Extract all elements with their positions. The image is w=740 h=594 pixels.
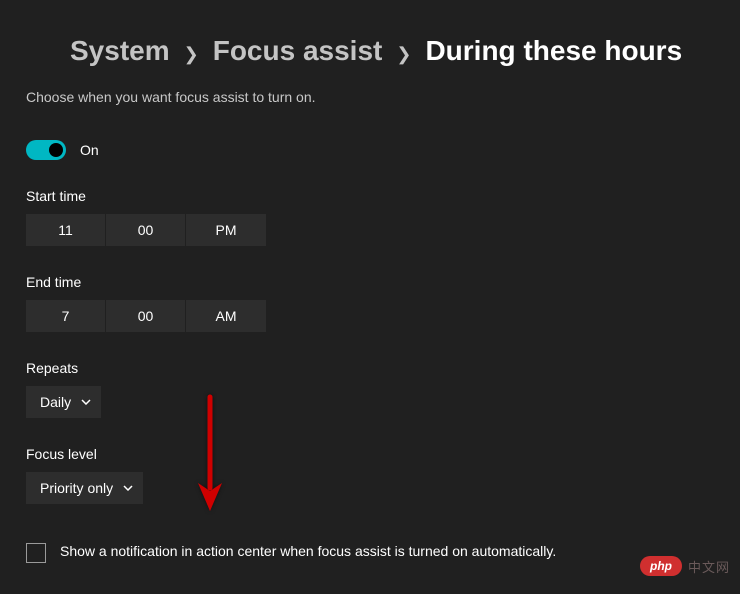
chevron-down-icon <box>81 397 91 407</box>
focus-assist-toggle[interactable] <box>26 140 66 160</box>
breadcrumb-focus-assist[interactable]: Focus assist <box>213 35 383 67</box>
start-time-minute[interactable]: 00 <box>106 214 186 246</box>
chevron-right-icon: ❯ <box>394 44 413 65</box>
page-description: Choose when you want focus assist to tur… <box>26 89 714 105</box>
end-time-picker: 7 00 AM <box>26 300 714 332</box>
repeats-label: Repeats <box>26 360 714 376</box>
breadcrumb-system[interactable]: System <box>70 35 170 67</box>
watermark-text: 中文网 <box>688 557 730 576</box>
breadcrumb: System ❯ Focus assist ❯ During these hou… <box>70 35 714 67</box>
chevron-right-icon: ❯ <box>182 44 201 65</box>
end-time-ampm[interactable]: AM <box>186 300 266 332</box>
chevron-down-icon <box>123 483 133 493</box>
start-time-ampm[interactable]: PM <box>186 214 266 246</box>
end-time-label: End time <box>26 274 714 290</box>
end-time-hour[interactable]: 7 <box>26 300 106 332</box>
end-time-minute[interactable]: 00 <box>106 300 186 332</box>
focus-level-value: Priority only <box>40 480 113 496</box>
toggle-knob-icon <box>49 143 63 157</box>
notification-checkbox-label: Show a notification in action center whe… <box>60 542 556 562</box>
repeats-value: Daily <box>40 394 71 410</box>
start-time-label: Start time <box>26 188 714 204</box>
notification-checkbox[interactable] <box>26 543 46 563</box>
start-time-hour[interactable]: 11 <box>26 214 106 246</box>
toggle-state-label: On <box>80 142 99 158</box>
start-time-picker: 11 00 PM <box>26 214 714 246</box>
watermark-badge: php <box>640 556 682 576</box>
watermark: php 中文网 <box>640 556 730 576</box>
focus-level-label: Focus level <box>26 446 714 462</box>
repeats-dropdown[interactable]: Daily <box>26 386 101 418</box>
breadcrumb-during-these-hours: During these hours <box>425 35 682 67</box>
focus-level-dropdown[interactable]: Priority only <box>26 472 143 504</box>
